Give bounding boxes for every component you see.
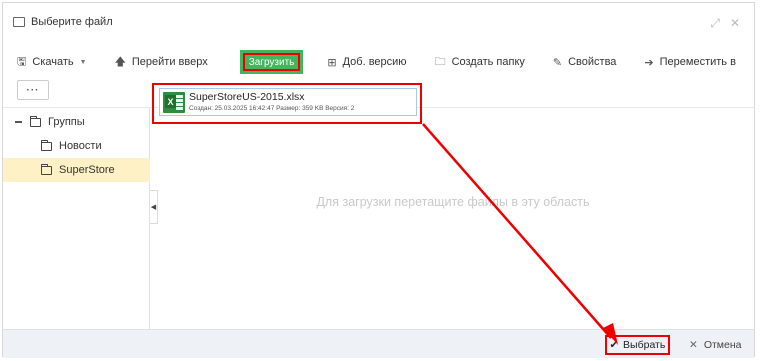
select-button[interactable]: ✔ Выбрать [605, 335, 670, 355]
properties-button[interactable]: ✎ Свойства [553, 51, 617, 73]
move-to-button[interactable]: ➔ Переместить в [644, 51, 736, 73]
folder-icon [30, 115, 41, 127]
upload-label: Загрузить [242, 53, 301, 71]
check-icon: ✔ [609, 339, 619, 351]
close-icon: ✕ [689, 339, 698, 351]
expand-icon[interactable]: ⤢ [710, 16, 720, 31]
chevron-down-icon: ▼ [79, 58, 87, 66]
select-label: Выбрать [623, 339, 666, 351]
cancel-button[interactable]: ✕ Отмена [689, 335, 742, 355]
dialog-title: Выберите файл [31, 16, 113, 28]
more-button[interactable]: ··· [17, 80, 49, 100]
folder-icon [41, 163, 52, 175]
add-version-label: Доб. версию [342, 56, 407, 68]
pencil-icon: ✎ [552, 56, 563, 69]
file-select-dialog: Выберите файл ⤢ ✕ 🖫 Скачать ▼ 🡅 Перейти … [2, 2, 755, 358]
drop-hint: Для загрузки перетащите файлы в эту обла… [316, 195, 590, 209]
file-item[interactable]: X SuperStoreUS-2015.xlsx Создан: 25.03.2… [159, 88, 417, 116]
dialog-titlebar: Выберите файл ⤢ ✕ [3, 3, 754, 41]
tree-root-label: Группы [48, 116, 85, 128]
tree-item-news[interactable]: Новости [3, 134, 150, 158]
tree-item-label: Новости [59, 140, 102, 152]
tree-root-groups[interactable]: Группы [3, 110, 150, 134]
tree-item-label: SuperStore [59, 164, 115, 176]
download-label: Скачать [32, 56, 74, 68]
create-folder-button[interactable]: 🗀 Создать папку [435, 51, 525, 73]
file-drop-area[interactable]: Для загрузки перетащите файлы в эту обла… [151, 107, 755, 330]
close-icon[interactable]: ✕ [730, 16, 740, 31]
cancel-label: Отмена [703, 339, 742, 351]
arrow-up-icon: 🡅 [114, 55, 126, 68]
dialog-footer: ✔ Выбрать ✕ Отмена [3, 329, 754, 358]
tree-item-superstore[interactable]: SuperStore [3, 158, 150, 182]
folder-icon [41, 139, 52, 151]
download-button[interactable]: 🖫 Скачать ▼ [17, 51, 87, 73]
upload-button[interactable]: Загрузить [239, 50, 304, 74]
floppy-icon: 🖫 [17, 55, 27, 68]
go-up-button[interactable]: 🡅 Перейти вверх [115, 51, 208, 73]
toolbar: 🖫 Скачать ▼ 🡅 Перейти вверх Загрузить ⊞ … [3, 47, 754, 77]
arrow-right-icon: ➔ [644, 56, 654, 69]
properties-label: Свойства [568, 56, 617, 68]
window-icon [13, 17, 25, 27]
file-meta: Создан: 25.03.2025 16:42:47 Размер: 359 … [189, 105, 355, 112]
file-name: SuperStoreUS-2015.xlsx [189, 91, 305, 103]
create-folder-label: Создать папку [451, 56, 525, 68]
go-up-label: Перейти вверх [131, 56, 208, 68]
plus-square-icon: ⊞ [327, 56, 337, 69]
move-to-label: Переместить в [659, 56, 736, 68]
folder-icon: 🗀 [434, 55, 446, 68]
add-version-button[interactable]: ⊞ Доб. версию [327, 51, 406, 73]
collapse-minus-icon[interactable] [15, 121, 22, 123]
folder-tree: Группы Новости SuperStore [3, 107, 150, 330]
excel-file-icon: X [163, 92, 185, 113]
